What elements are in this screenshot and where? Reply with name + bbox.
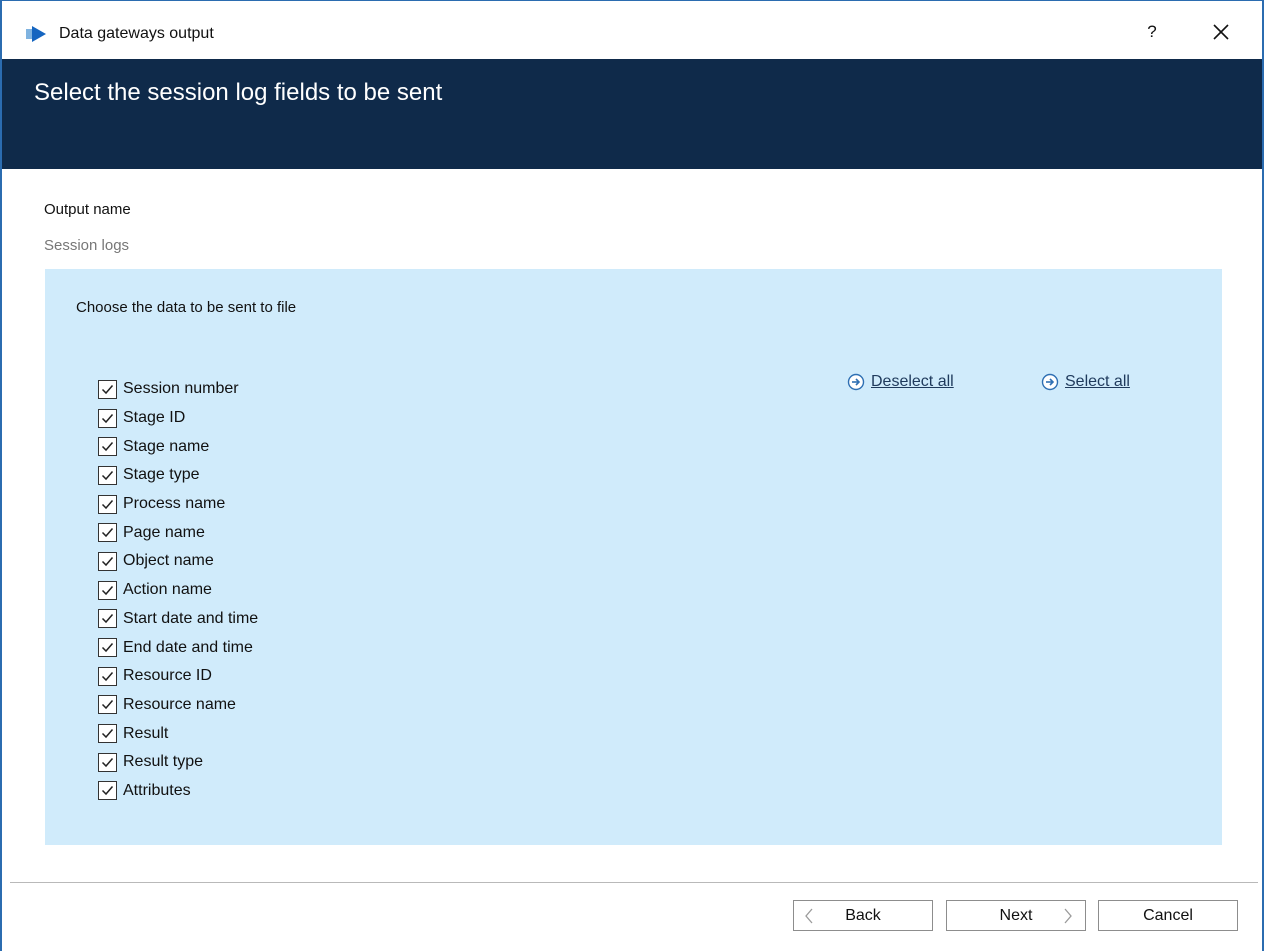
field-checkbox[interactable] [98,695,117,715]
field-checkbox[interactable] [98,666,117,686]
checkmark-icon [101,413,114,423]
field-checkbox-label: Object name [123,552,214,570]
field-checkbox-label: Session number [123,380,239,398]
cancel-button[interactable]: Cancel [1098,900,1238,931]
select-all-link[interactable]: Select all [1041,373,1130,391]
field-checkbox-label: Attributes [123,781,191,799]
field-checkbox-item[interactable]: Object name [98,547,258,576]
field-checkbox-item[interactable]: Result type [98,748,258,777]
field-checkbox-item[interactable]: Session number [98,375,258,404]
select-all-label: Select all [1065,373,1130,390]
checkmark-icon [101,757,114,767]
field-checkbox[interactable] [98,408,117,428]
field-checkbox[interactable] [98,580,117,600]
chevron-left-icon [805,908,813,924]
close-icon [1213,24,1229,40]
field-checkbox-item[interactable]: Page name [98,518,258,547]
field-checkbox-label: Result type [123,753,204,771]
output-name-label: Output name [44,201,131,218]
field-checkbox-label: Stage name [123,437,210,455]
field-checkbox-label: Action name [123,581,212,599]
checkmark-icon [101,470,114,481]
checkmark-icon [101,384,114,394]
field-checkbox[interactable] [98,494,117,514]
checkmark-icon [101,556,114,567]
checkmark-icon [101,528,114,538]
close-button[interactable] [1206,17,1236,47]
field-checkbox-list: Session number Stage ID Stage name Stage ty… [98,375,258,805]
checkmark-icon [101,786,114,796]
field-checkbox-label: Page name [123,523,205,541]
field-checkbox-label: Resource name [123,695,236,713]
cancel-button-label: Cancel [1143,906,1193,924]
checkmark-icon [101,671,114,681]
app-logo-icon [26,26,46,42]
back-button-label: Back [845,906,881,924]
field-checkbox-label: Stage type [123,466,200,484]
field-checkbox-item[interactable]: Stage type [98,461,258,490]
window-title: Data gateways output [59,25,214,42]
field-checkbox-label: End date and time [123,638,253,656]
field-checkbox-label: Resource ID [123,667,212,685]
title-bar: Data gateways output ? [2,1,1262,59]
checkmark-icon [101,585,114,595]
field-checkbox[interactable] [98,379,117,399]
field-checkbox[interactable] [98,551,117,571]
checkmark-icon [101,442,114,452]
checkmark-icon [101,643,114,653]
field-checkbox-label: Process name [123,495,226,513]
field-checkbox-item[interactable]: Stage name [98,432,258,461]
field-checkbox[interactable] [98,523,117,543]
field-checkbox-item[interactable]: Result [98,719,258,748]
field-checkbox[interactable] [98,638,117,658]
field-checkbox-item[interactable]: Attributes [98,777,258,806]
checkmark-icon [101,700,114,710]
panel-heading: Choose the data to be sent to file [76,299,297,316]
circle-arrow-right-icon [847,373,865,391]
field-checkbox-item[interactable]: Process name [98,490,258,519]
checkmark-icon [101,729,114,739]
field-checkbox-item[interactable]: Resource ID [98,662,258,691]
header-banner: Select the session log fields to be sent [2,59,1262,169]
field-checkbox[interactable] [98,465,117,485]
field-checkbox[interactable] [98,781,117,801]
field-checkbox-item[interactable]: End date and time [98,633,258,662]
field-checkbox-item[interactable]: Start date and time [98,605,258,634]
back-button[interactable]: Back [793,900,933,931]
field-checkbox-item[interactable]: Stage ID [98,404,258,433]
next-button[interactable]: Next [946,900,1086,931]
field-checkbox-label: Start date and time [123,609,259,627]
help-button[interactable]: ? [1138,17,1166,47]
dialog-window: Data gateways output ? Select the sessio… [0,0,1264,951]
checkmark-icon [101,499,114,509]
checkmark-icon [101,614,114,624]
deselect-all-label: Deselect all [871,373,954,390]
footer-divider [10,882,1258,883]
field-checkbox[interactable] [98,437,117,457]
output-name-value: Session logs [44,237,130,254]
field-checkbox-label: Stage ID [123,409,186,427]
page-title: Select the session log fields to be sent [34,79,443,106]
next-button-label: Next [999,906,1033,924]
circle-arrow-right-icon [1041,373,1059,391]
field-checkbox[interactable] [98,724,117,744]
chevron-right-icon [1064,908,1072,924]
field-checkbox-label: Result [123,724,169,742]
field-checkbox-item[interactable]: Action name [98,576,258,605]
deselect-all-link[interactable]: Deselect all [847,373,954,391]
field-selection-panel: Choose the data to be sent to file Sessi… [45,269,1222,845]
field-checkbox-item[interactable]: Resource name [98,691,258,720]
field-checkbox[interactable] [98,752,117,772]
field-checkbox[interactable] [98,609,117,629]
